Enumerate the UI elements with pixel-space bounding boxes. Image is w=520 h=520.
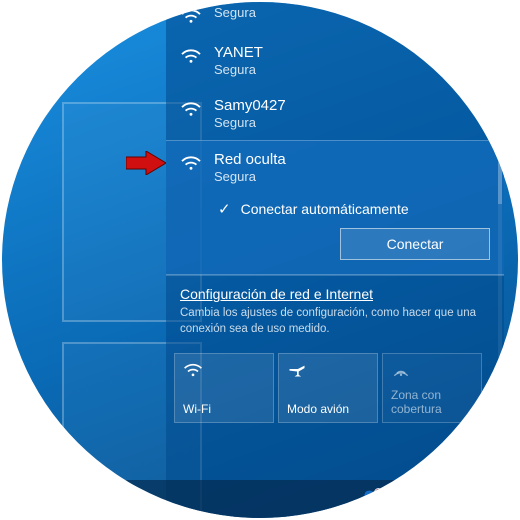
tile-airplane[interactable]: Modo avión xyxy=(278,353,378,423)
network-item[interactable]: Segura xyxy=(166,2,504,34)
wifi-icon xyxy=(180,99,202,117)
auto-connect-checkbox[interactable]: ✓ Conectar automáticamente xyxy=(166,190,504,228)
network-status: Segura xyxy=(214,62,492,77)
battery-icon[interactable]: ▭ xyxy=(445,491,458,508)
wifi-icon xyxy=(183,360,265,378)
people-icon[interactable]: 👤 xyxy=(360,490,379,508)
network-ssid: Samy0427 xyxy=(214,97,492,114)
screenshot-circle: Segura YANET Segura Samy0427 Segura xyxy=(2,2,518,518)
checkmark-icon: ✓ xyxy=(218,200,231,218)
connect-button[interactable]: Conectar xyxy=(340,228,490,260)
network-item[interactable]: YANET Segura xyxy=(166,34,504,87)
network-settings-link[interactable]: Configuración de red e Internet xyxy=(180,286,490,302)
tile-label: Wi-Fi xyxy=(183,402,265,416)
hotspot-icon xyxy=(391,360,473,378)
wifi-tray-icon[interactable] xyxy=(472,491,488,508)
scrollbar-thumb[interactable] xyxy=(498,124,502,204)
tile-wifi[interactable]: Wi-Fi xyxy=(174,353,274,423)
taskbar: 👤 ˄ ◯ ▭ xyxy=(2,480,518,518)
scroll-down-icon[interactable]: ▼ xyxy=(496,372,505,382)
auto-connect-label: Conectar automáticamente xyxy=(241,201,409,217)
tile-label: Zona con cobertura xyxy=(391,388,473,416)
cortana-icon[interactable]: ◯ xyxy=(415,491,431,508)
scrollbar[interactable]: ▼ xyxy=(498,4,502,384)
tile-label: Modo avión xyxy=(287,402,369,416)
network-item[interactable]: Samy0427 Segura xyxy=(166,87,504,140)
tile-hotspot[interactable]: Zona con cobertura xyxy=(382,353,482,423)
network-ssid: Red oculta xyxy=(214,151,492,168)
wifi-icon xyxy=(180,46,202,64)
wifi-icon xyxy=(180,6,202,24)
network-flyout: Segura YANET Segura Samy0427 Segura xyxy=(166,2,504,518)
network-status: Segura xyxy=(214,169,492,184)
network-settings-section: Configuración de red e Internet Cambia l… xyxy=(166,275,504,345)
wifi-icon xyxy=(180,153,202,171)
quick-action-tiles: Wi-Fi Modo avión Zona con cobertura xyxy=(166,345,504,423)
airplane-icon xyxy=(287,360,369,378)
tray-chevron-icon[interactable]: ˄ xyxy=(393,491,401,507)
network-status: Segura xyxy=(214,5,492,20)
network-ssid: YANET xyxy=(214,44,492,61)
network-item-selected[interactable]: Red oculta Segura ✓ Conectar automáticam… xyxy=(166,140,504,275)
network-status: Segura xyxy=(214,115,492,130)
network-settings-desc: Cambia los ajustes de configuración, com… xyxy=(180,306,490,337)
